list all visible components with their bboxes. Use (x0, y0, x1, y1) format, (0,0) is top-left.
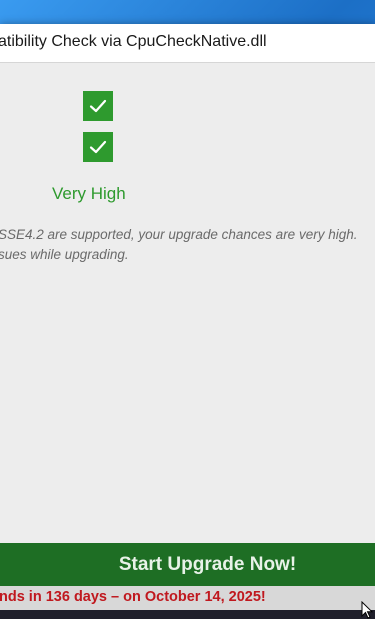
window-title: atibility Check via CpuCheckNative.dll (0, 33, 267, 50)
upgrade-chance-rating: Very High (52, 184, 126, 203)
mouse-cursor-icon (361, 601, 373, 619)
title-bar[interactable]: atibility Check via CpuCheckNative.dll (0, 24, 375, 63)
start-upgrade-label: Start Upgrade Now! (118, 553, 297, 575)
end-of-support-text: nds in 136 days – on October 14, 2025! (0, 589, 266, 605)
compatibility-window: atibility Check via CpuCheckNative.dll V… (0, 24, 375, 619)
result-description-line-1: SSE4.2 are supported, your upgrade chanc… (0, 227, 358, 242)
start-upgrade-button[interactable]: Start Upgrade Now! (0, 543, 375, 586)
taskbar (0, 610, 375, 619)
result-description-line-2: sues while upgrading. (0, 247, 129, 262)
end-of-support-banner: nds in 136 days – on October 14, 2025! (0, 586, 375, 610)
check-icon (83, 91, 113, 121)
check-icon (83, 132, 113, 162)
